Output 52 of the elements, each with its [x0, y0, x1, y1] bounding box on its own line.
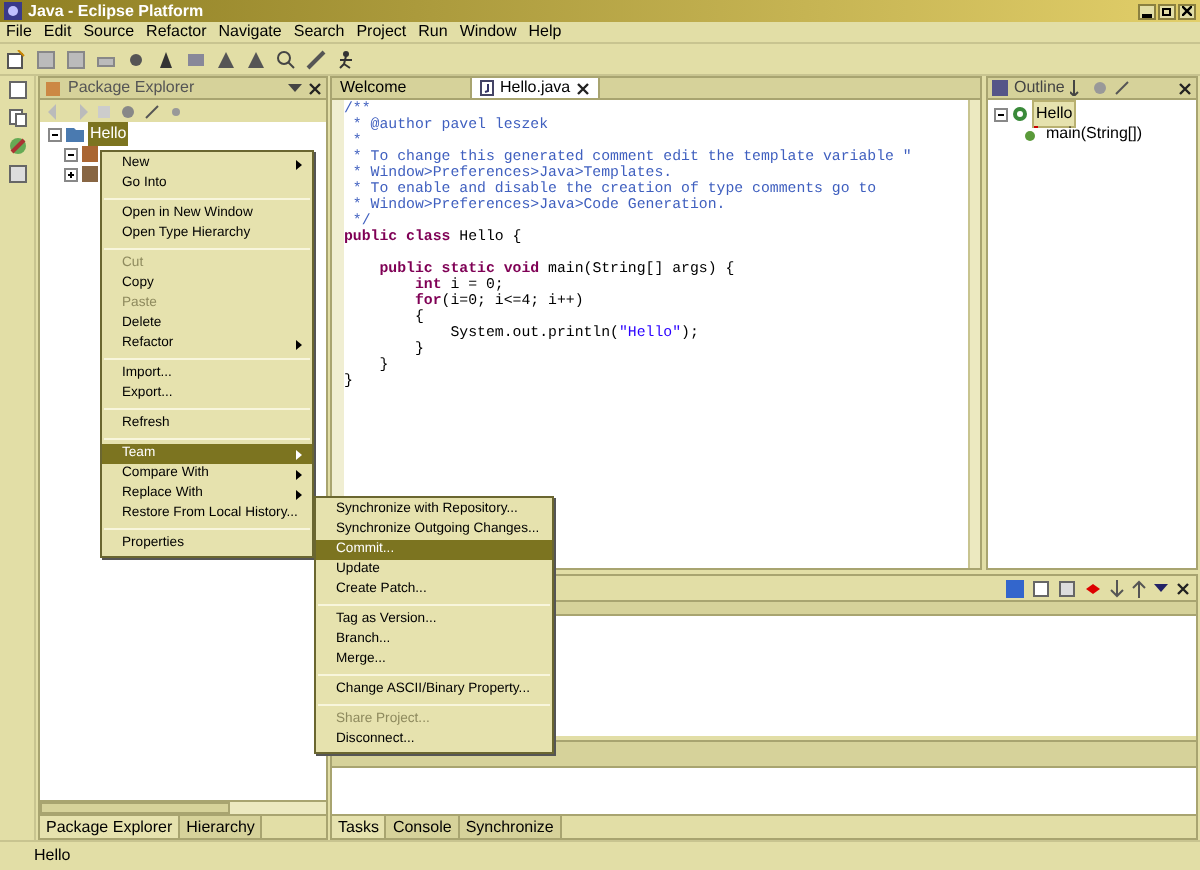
status-text: Hello	[34, 844, 71, 868]
dropdown-icon[interactable]	[1154, 583, 1168, 593]
search-icon[interactable]	[276, 49, 296, 69]
minimize-button[interactable]	[1138, 3, 1156, 19]
menu-item[interactable]: Refactor	[146, 20, 207, 44]
java-file-icon	[480, 80, 494, 96]
tab[interactable]: Console	[386, 816, 460, 838]
menu-item[interactable]: Navigate	[218, 20, 282, 44]
tab[interactable]: Tasks	[332, 816, 387, 838]
tab[interactable]: Synchronize	[459, 816, 562, 838]
menu-item[interactable]: Search	[293, 20, 345, 44]
vertical-scrollbar[interactable]	[968, 100, 980, 568]
menu-item[interactable]: Run	[418, 20, 448, 44]
close-icon	[1182, 6, 1192, 16]
menu-item[interactable]: Source	[83, 20, 135, 44]
down-arrow-icon[interactable]	[1110, 579, 1124, 597]
restore-button[interactable]	[1158, 3, 1176, 19]
window-title: Java - Eclipse Platform	[28, 3, 204, 19]
app-icon	[4, 2, 22, 20]
tree-item[interactable]: Hello	[1032, 100, 1077, 128]
close-icon[interactable]	[308, 81, 322, 95]
submenu-arrow-icon	[296, 339, 302, 349]
up-arrow-icon[interactable]	[1132, 579, 1146, 597]
tree-item[interactable]: Hello	[88, 122, 129, 146]
menu-item[interactable]: Window	[459, 20, 517, 44]
project-folder-icon	[66, 126, 84, 142]
expander-icon[interactable]	[994, 107, 1008, 121]
menu-item[interactable]: Project	[356, 20, 407, 44]
close-icon[interactable]	[576, 81, 591, 95]
dropdown-icon[interactable]	[288, 83, 302, 93]
menu-item[interactable]: Help	[528, 20, 562, 44]
view-title: Outline	[1014, 76, 1065, 100]
method-icon	[1022, 126, 1038, 142]
tab[interactable]: Hierarchy	[180, 816, 263, 838]
close-button[interactable]	[1178, 3, 1196, 19]
menu-item[interactable]: Edit	[43, 20, 72, 44]
editor-tab[interactable]: Hello.java	[472, 78, 601, 98]
new-icon[interactable]	[6, 49, 26, 69]
restore-icon	[1162, 6, 1172, 16]
expander-icon[interactable]	[48, 127, 62, 141]
expander-icon[interactable]	[64, 167, 78, 181]
submenu-arrow-icon	[296, 159, 302, 169]
close-icon[interactable]	[1178, 81, 1192, 95]
resource-icon[interactable]	[7, 108, 27, 128]
menu-item[interactable]: File	[6, 20, 32, 44]
view-title: Package Explorer	[68, 76, 197, 100]
close-icon[interactable]	[1176, 581, 1190, 595]
horizontal-scrollbar[interactable]	[40, 800, 326, 814]
minimize-icon	[1142, 13, 1152, 17]
expander-icon[interactable]	[64, 147, 78, 161]
runner-icon[interactable]	[336, 49, 356, 69]
tab[interactable]: Package Explorer	[40, 816, 181, 838]
